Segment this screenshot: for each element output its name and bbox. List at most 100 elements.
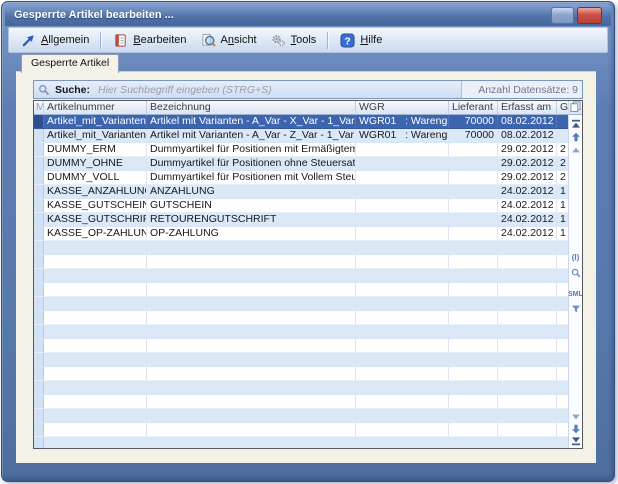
- cell-wgr: WGR01 : Warengruppe 1: [356, 129, 449, 142]
- cell-m: [34, 115, 44, 128]
- cell-lieferant: [449, 213, 498, 226]
- cell-lieferant: [449, 339, 498, 352]
- cell-lieferant: [449, 353, 498, 366]
- cell-wgr: [356, 395, 449, 408]
- cell-lieferant: [449, 423, 498, 436]
- column-header-lieferant[interactable]: Lieferant: [449, 101, 498, 115]
- table-row[interactable]: DUMMY_OHNEDummyartikel für Positionen oh…: [34, 157, 569, 171]
- table-row[interactable]: Artikel_mit_Varianten.002Artikel mit Var…: [34, 129, 569, 143]
- column-header-wgr[interactable]: WGR: [356, 101, 449, 115]
- empty-row: [34, 381, 569, 395]
- cell-artikelnummer: [44, 381, 147, 394]
- cell-bezeichnung: [147, 339, 356, 352]
- toolbar-button-ansicht[interactable]: Ansicht: [194, 31, 264, 50]
- table-row[interactable]: KASSE_ANZAHLUNGANZAHLUNG24.02.20121: [34, 185, 569, 199]
- empty-row: [34, 437, 569, 448]
- cell-erfasst: [498, 283, 557, 296]
- empty-row: [34, 395, 569, 409]
- cell-bezeichnung: [147, 255, 356, 268]
- column-header-bezeichnung[interactable]: Bezeichnung: [147, 101, 356, 115]
- restore-button[interactable]: [551, 7, 574, 24]
- cell-m: [34, 227, 44, 240]
- tab-label: Gesperrte Artikel: [31, 57, 109, 69]
- cell-bezeichnung: OP-ZAHLUNG: [147, 227, 356, 240]
- cell-wgr: [356, 437, 449, 448]
- search-bar[interactable]: Suche: Hier Suchbegriff eingeben (STRG+S…: [33, 80, 583, 99]
- cell-m: [34, 269, 44, 282]
- cell-artikelnummer: [44, 311, 147, 324]
- column-header-erfasst[interactable]: Erfasst am: [498, 101, 557, 115]
- cell-lieferant: [449, 199, 498, 212]
- cell-bezeichnung: [147, 437, 356, 448]
- cell-bezeichnung: [147, 381, 356, 394]
- cell-artikelnummer: Artikel_mit_Varianten.002: [44, 129, 147, 142]
- cell-erfasst: [498, 255, 557, 268]
- cell-bezeichnung: GUTSCHEIN: [147, 199, 356, 212]
- column-header-m[interactable]: M: [34, 101, 44, 115]
- zoom-search-icon[interactable]: [569, 267, 582, 279]
- empty-row: [34, 367, 569, 381]
- column-header-artikelnummer[interactable]: Artikelnummer: [44, 101, 147, 115]
- cell-wgr: [356, 171, 449, 184]
- cell-lieferant: [449, 311, 498, 324]
- grid-panel: Suche: Hier Suchbegriff eingeben (STRG+S…: [33, 80, 583, 449]
- search-input[interactable]: Hier Suchbegriff eingeben (STRG+S): [98, 84, 272, 96]
- cell-bezeichnung: [147, 297, 356, 310]
- cell-wgr: WGR01 : Warengruppe 1: [356, 115, 449, 128]
- down-arrow-icon[interactable]: [569, 423, 582, 435]
- cell-bezeichnung: Dummyartikel für Positionen mit Ermäßigt…: [147, 143, 356, 156]
- cell-erfasst: 29.02.2012: [498, 171, 557, 184]
- view-icon: [201, 33, 216, 48]
- cell-wgr: [356, 199, 449, 212]
- toolbar-button-allgemein[interactable]: Allgemein: [14, 31, 96, 50]
- column-chooser-button[interactable]: [569, 101, 582, 115]
- cell-artikelnummer: [44, 353, 147, 366]
- cell-lieferant: [449, 241, 498, 254]
- titlebar[interactable]: Gesperrte Artikel bearbeiten ...: [5, 4, 611, 26]
- cell-m: [34, 213, 44, 226]
- cell-bezeichnung: Artikel mit Varianten - A_Var - X_Var - …: [147, 115, 356, 128]
- cell-wgr: [356, 143, 449, 156]
- cell-m: [34, 255, 44, 268]
- scroll-to-bottom-icon[interactable]: [569, 435, 582, 447]
- up-arrow-icon[interactable]: [569, 131, 582, 143]
- empty-row: [34, 325, 569, 339]
- cell-erfasst: 24.02.2012: [498, 199, 557, 212]
- cell-artikelnummer: [44, 339, 147, 352]
- cell-bezeichnung: [147, 409, 356, 422]
- toolbar-button-tools[interactable]: Tools: [264, 31, 324, 50]
- font-size-icon[interactable]: SML: [569, 288, 582, 300]
- cell-wgr: [356, 409, 449, 422]
- cell-erfasst: [498, 437, 557, 448]
- table-row[interactable]: Artikel_mit_Varianten.001Artikel mit Var…: [34, 115, 569, 129]
- toolbar-button-bearbeiten[interactable]: Bearbeiten: [106, 31, 193, 50]
- cell-bezeichnung: [147, 423, 356, 436]
- tab-gesperrte-artikel[interactable]: Gesperrte Artikel: [21, 54, 119, 73]
- cell-wgr: [356, 241, 449, 254]
- table-row[interactable]: KASSE_OP-ZAHLUNGOP-ZAHLUNG24.02.20121: [34, 227, 569, 241]
- cell-bezeichnung: [147, 367, 356, 380]
- table-row[interactable]: DUMMY_VOLLDummyartikel für Positionen mi…: [34, 171, 569, 185]
- cell-lieferant: [449, 255, 498, 268]
- cell-m: [34, 283, 44, 296]
- table-row[interactable]: DUMMY_ERMDummyartikel für Positionen mit…: [34, 143, 569, 157]
- toolbar-button-hilfe[interactable]: ?Hilfe: [333, 31, 389, 50]
- cell-erfasst: [498, 297, 557, 310]
- close-button[interactable]: [577, 7, 602, 24]
- cell-wgr: [356, 213, 449, 226]
- table-row[interactable]: KASSE_GUTSCHRIFTRETOURENGUTSCHRIFT24.02.…: [34, 213, 569, 227]
- cell-artikelnummer: [44, 325, 147, 338]
- cell-artikelnummer: KASSE_OP-ZAHLUNG: [44, 227, 147, 240]
- cell-erfasst: [498, 367, 557, 380]
- table-row[interactable]: KASSE_GUTSCHEINGUTSCHEIN24.02.20121: [34, 199, 569, 213]
- cell-lieferant: [449, 325, 498, 338]
- filter-icon[interactable]: [569, 303, 582, 315]
- cell-bezeichnung: Artikel mit Varianten - A_Var - Z_Var - …: [147, 129, 356, 142]
- down-triangle-icon[interactable]: [569, 411, 582, 423]
- cell-artikelnummer: Artikel_mit_Varianten.001: [44, 115, 147, 128]
- up-triangle-icon[interactable]: [569, 144, 582, 156]
- cell-wgr: [356, 297, 449, 310]
- scroll-to-top-icon[interactable]: [569, 118, 582, 130]
- fit-columns-icon[interactable]: (I): [569, 251, 582, 263]
- cell-artikelnummer: [44, 255, 147, 268]
